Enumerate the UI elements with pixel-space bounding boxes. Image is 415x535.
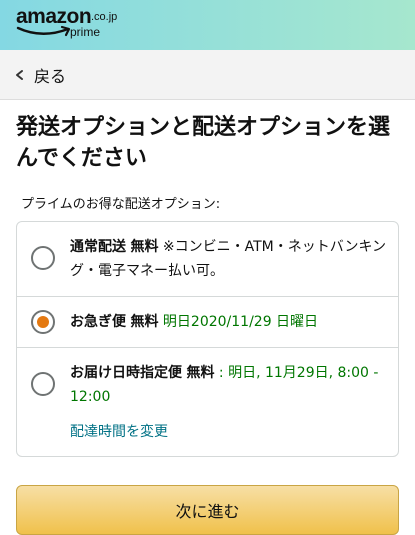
option-text: お急ぎ便 無料 明日2020/11/29 日曜日 [70, 310, 390, 334]
option-price: 無料 [130, 314, 159, 330]
back-button[interactable]: 戻る [0, 50, 415, 100]
app-header: amazon .co.jp prime [0, 0, 415, 50]
smile-arrow-icon [16, 25, 71, 37]
option-text: 通常配送 無料 ※コンビニ・ATM・ネットバンキング・電子マネー払い可。 [70, 235, 390, 283]
option-price: 無料 [186, 365, 215, 381]
radio-standard[interactable] [31, 246, 55, 270]
shipping-option-standard[interactable]: 通常配送 無料 ※コンビニ・ATM・ネットバンキング・電子マネー払い可。 [17, 222, 398, 297]
option-price: 無料 [130, 239, 159, 255]
option-name: お急ぎ便 [70, 314, 126, 330]
change-delivery-time-link[interactable]: 配達時間を変更 [70, 421, 168, 441]
logo-domain: .co.jp [91, 11, 118, 23]
radio-scheduled[interactable] [31, 372, 55, 396]
shipping-option-express[interactable]: お急ぎ便 無料 明日2020/11/29 日曜日 [17, 297, 398, 348]
continue-button[interactable]: 次に進む [16, 485, 399, 535]
radio-express-selected[interactable] [31, 310, 55, 334]
chevron-left-icon [16, 69, 23, 80]
back-label: 戻る [34, 66, 67, 86]
option-date: 明日2020/11/29 日曜日 [162, 314, 319, 330]
option-name: 通常配送 [70, 239, 126, 255]
shipping-options-box: 通常配送 無料 ※コンビニ・ATM・ネットバンキング・電子マネー払い可。 お急ぎ… [16, 221, 399, 457]
page-title: 発送オプションと配送オプションを選んでください [16, 115, 391, 171]
section-label: プライムのお得な配送オプション: [21, 197, 221, 212]
option-text: お届け日時指定便 無料 : 明日, 11月29日, 8:00 - 12:00 [70, 361, 390, 409]
logo-prime: prime [70, 25, 101, 39]
amazon-prime-logo[interactable]: amazon .co.jp prime [16, 5, 136, 45]
option-name: お届け日時指定便 [70, 365, 182, 381]
shipping-option-scheduled[interactable]: お届け日時指定便 無料 : 明日, 11月29日, 8:00 - 12:00 配… [17, 348, 398, 458]
